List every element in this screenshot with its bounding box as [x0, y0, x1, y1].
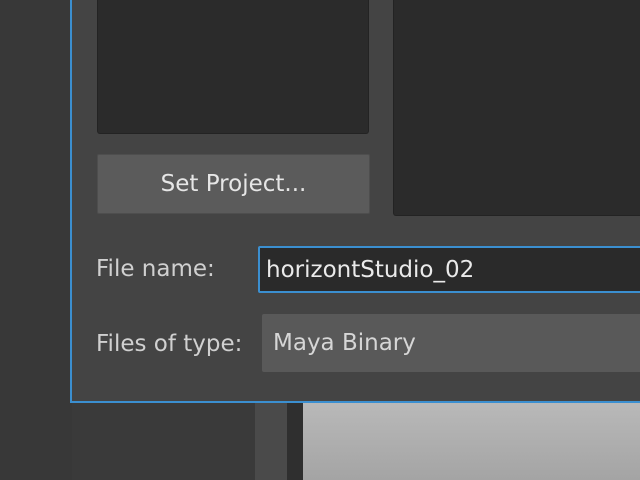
background-left-area: [0, 0, 72, 480]
project-list-panel[interactable]: [97, 0, 369, 134]
files-of-type-select[interactable]: Maya Binary: [262, 314, 640, 372]
viewport-background: [303, 402, 640, 480]
background-panel-divider: [287, 402, 303, 480]
background-panel-strip: [255, 402, 287, 480]
file-browser-panel[interactable]: [393, 0, 640, 216]
set-project-button[interactable]: Set Project...: [97, 154, 370, 214]
file-name-label: File name:: [96, 256, 215, 282]
files-of-type-label: Files of type:: [96, 331, 243, 357]
file-name-input[interactable]: horizontStudio_02: [258, 246, 640, 293]
screen: Set Project... File name: horizontStudio…: [0, 0, 640, 480]
